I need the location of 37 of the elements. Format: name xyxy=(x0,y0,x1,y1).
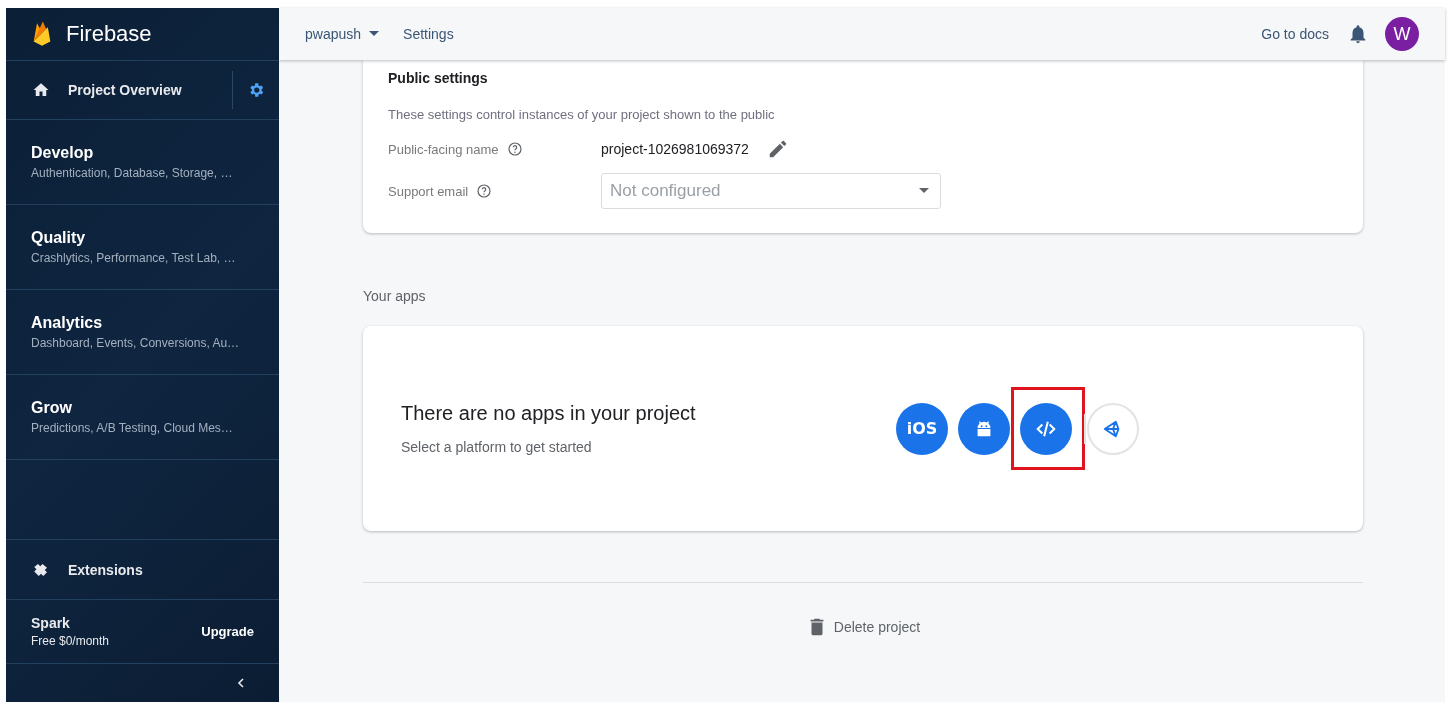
section-subtitle: Authentication, Database, Storage, … xyxy=(31,166,234,180)
help-icon[interactable] xyxy=(476,183,493,199)
ios-platform-button[interactable]: iOS xyxy=(896,402,948,455)
unity-platform-button[interactable] xyxy=(1087,402,1139,455)
field-label: Public-facing name xyxy=(388,141,499,157)
section-subtitle: Crashlytics, Performance, Test Lab, … xyxy=(31,251,237,265)
field-label: Support email xyxy=(388,183,469,199)
section-title: Analytics xyxy=(31,314,104,332)
help-icon[interactable] xyxy=(506,141,523,157)
section-title: Grow xyxy=(31,399,73,417)
empty-title: There are no apps in your project xyxy=(401,402,697,425)
project-overview-link[interactable]: Project Overview xyxy=(6,81,232,99)
caret-icon xyxy=(369,31,380,37)
empty-subtitle: Select a platform to get started xyxy=(401,439,593,455)
card-title: Public settings xyxy=(388,70,489,86)
brand-name: Firebase xyxy=(66,21,152,47)
docs-link[interactable]: Go to docs xyxy=(1261,26,1329,42)
upgrade-button[interactable]: Upgrade xyxy=(201,620,254,643)
avatar[interactable]: W xyxy=(1385,17,1419,51)
section-title: Quality xyxy=(31,229,87,247)
card-description: These settings control instances of your project shown to the public xyxy=(388,107,776,122)
section-heading: Your apps xyxy=(363,288,427,304)
plan-price: Free $0/month xyxy=(31,634,110,648)
project-dropdown[interactable]: pwapush xyxy=(305,26,380,42)
delete-project-button[interactable]: Delete project xyxy=(805,616,921,638)
page-title: Settings xyxy=(403,26,454,42)
plan-name: Spark xyxy=(31,615,71,631)
android-platform-button[interactable] xyxy=(958,402,1010,455)
support-email-select[interactable]: Not configured xyxy=(601,173,941,209)
web-platform-button[interactable] xyxy=(1020,403,1072,455)
section-title: Develop xyxy=(31,144,95,162)
dropdown-icon xyxy=(919,188,929,194)
field-value: project-1026981069372 xyxy=(601,141,749,157)
section-subtitle: Predictions, A/B Testing, Cloud Mes… xyxy=(31,421,234,435)
home-icon xyxy=(32,81,50,99)
flame-icon xyxy=(32,21,52,47)
section-subtitle: Dashboard, Events, Conversions, Au… xyxy=(31,336,241,350)
